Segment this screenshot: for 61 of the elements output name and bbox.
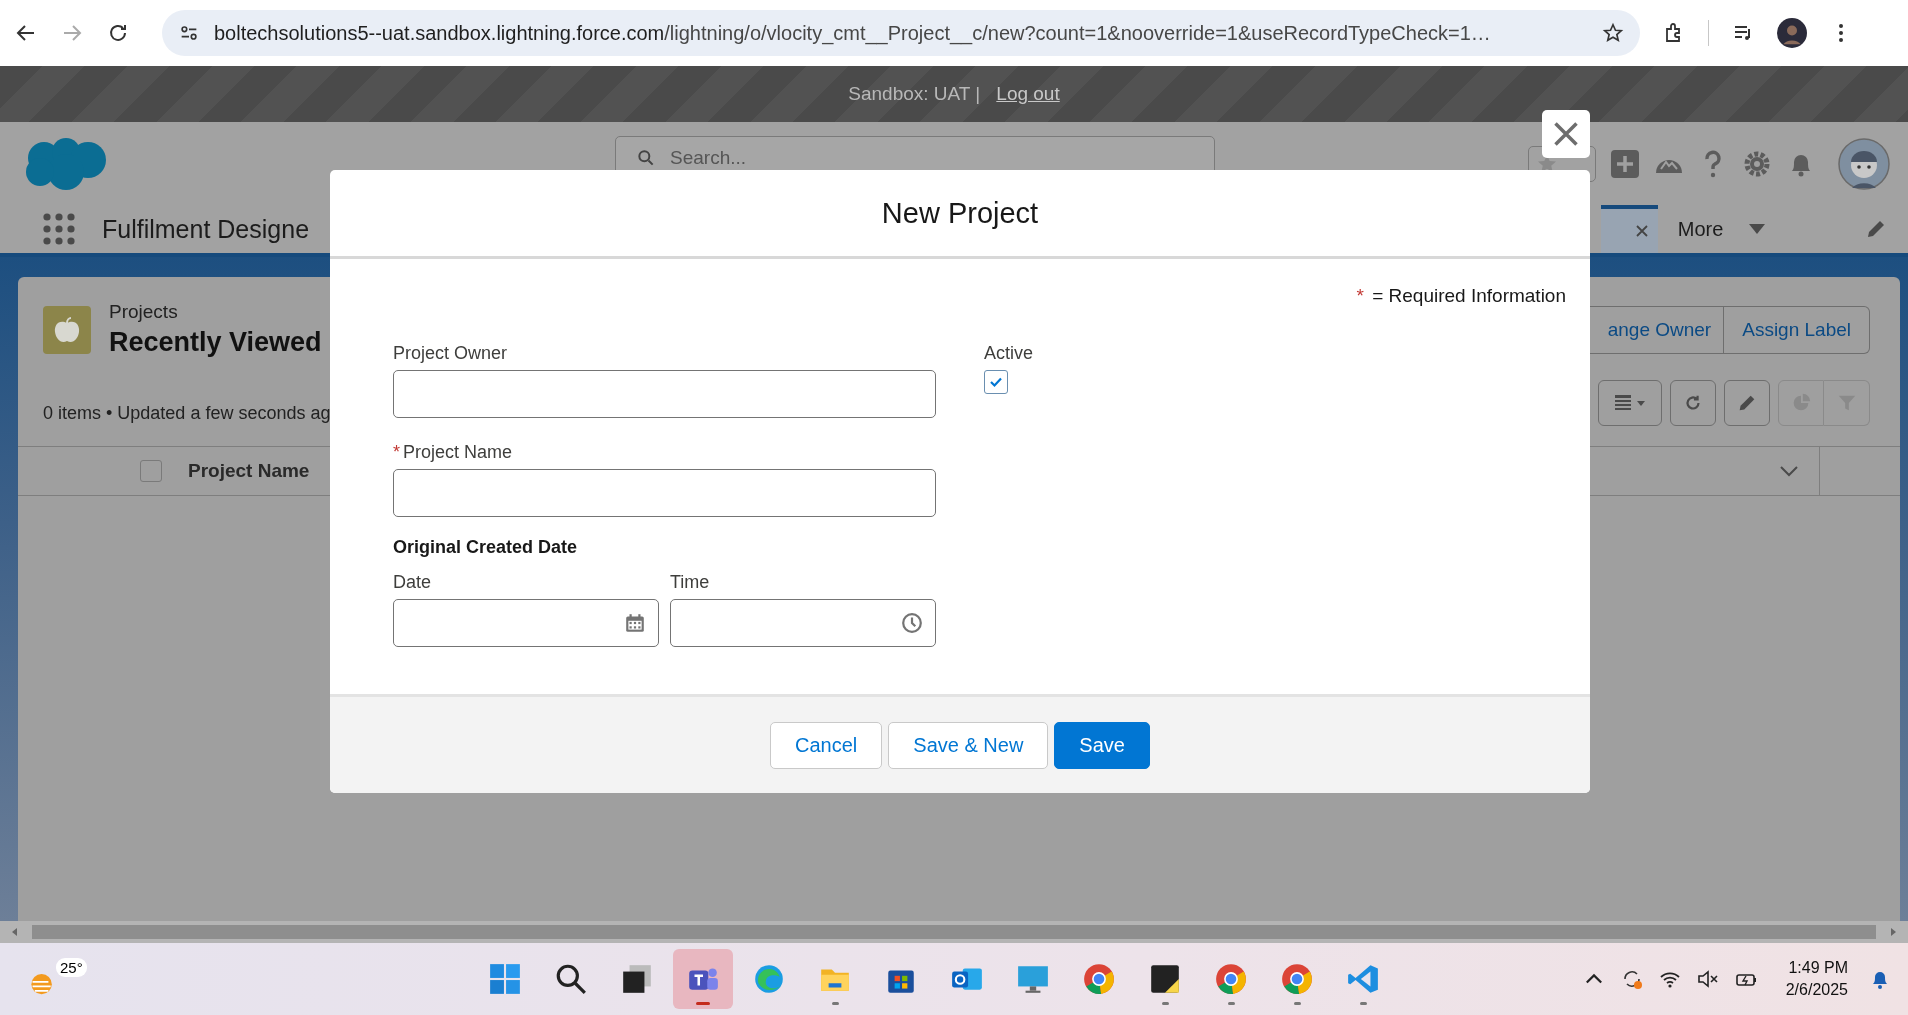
search-icon	[554, 962, 589, 996]
text-input[interactable]	[393, 469, 936, 517]
search-icon	[636, 148, 656, 168]
apple-icon	[43, 305, 91, 354]
field-label: Active	[984, 343, 1034, 364]
active-checkbox[interactable]	[984, 370, 1008, 394]
select-all-checkbox[interactable]	[140, 460, 162, 482]
table-icon	[1613, 393, 1647, 413]
app-launcher-icon[interactable]	[42, 212, 76, 246]
sandbox-label: Sandbox: UAT |	[848, 83, 981, 105]
date-input[interactable]	[393, 599, 659, 647]
temperature-label: 25°	[56, 958, 87, 977]
add-icon[interactable]	[1610, 148, 1640, 179]
list-status: 0 items • Updated a few seconds ag	[43, 402, 331, 424]
address-bar[interactable]: boltechsolutions5--uat.sandbox.lightning.force.com/lightning/o/vlocity_cmt__Project__c/new?count=1&nooverride=1&useRecordTypeCheck=1…	[162, 10, 1640, 56]
close-button[interactable]	[1542, 110, 1590, 158]
caret-icon	[1749, 224, 1766, 234]
save-button[interactable]: Save	[1054, 721, 1150, 769]
list-view-title[interactable]: Recently Viewed	[109, 327, 322, 358]
time-input[interactable]	[670, 599, 936, 647]
column-header[interactable]: Project Name	[188, 460, 310, 482]
more-menu-button[interactable]: More	[1675, 213, 1768, 245]
left-arrow-icon[interactable]	[10, 927, 20, 937]
browser-icon	[1082, 962, 1117, 996]
clock-time: 1:49 PM	[1788, 958, 1848, 978]
clock-date: 2/6/2025	[1785, 980, 1848, 1000]
footer-button[interactable]: Save & New	[888, 721, 1049, 769]
horizontal-scrollbar[interactable]	[0, 921, 1908, 943]
logout-link[interactable]: Log out	[996, 83, 1060, 105]
action-button[interactable]: ange Owner	[1581, 306, 1724, 353]
field-label: * Project Name	[393, 442, 514, 463]
nav-tab[interactable]	[1600, 205, 1658, 253]
star-icon[interactable]	[1602, 22, 1624, 44]
code-editor-icon	[1346, 962, 1381, 996]
right-arrow-icon[interactable]	[1888, 927, 1898, 937]
chevron-down-icon[interactable]	[1779, 465, 1799, 477]
section-label: Original Created Date	[393, 537, 579, 558]
close-icon[interactable]	[1633, 223, 1650, 239]
clock-icon[interactable]	[901, 612, 923, 634]
refresh-button[interactable]	[1670, 380, 1716, 426]
text-input[interactable]	[393, 370, 936, 418]
required-note: * = Required Information	[1356, 285, 1566, 307]
app-name: Fulfilment Designe	[102, 214, 310, 244]
browser-icon	[1214, 962, 1249, 996]
edit-button[interactable]	[1724, 380, 1770, 426]
modal-title: New Project	[881, 196, 1039, 230]
display-as-button[interactable]	[1598, 380, 1662, 426]
windows-logo-icon	[488, 962, 523, 996]
url-text: boltechsolutions5--uat.sandbox.lightning.force.com/lightning/o/vlocity_cmt__Project__c/new?count=1&nooverride=1&useRecordTypeCheck=1…	[214, 21, 1491, 45]
footer-button[interactable]: Cancel	[770, 721, 883, 769]
action-button[interactable]: Assign Label	[1723, 306, 1869, 353]
user-avatar[interactable]	[1838, 137, 1890, 190]
object-label: Projects	[109, 301, 179, 323]
close-icon	[1552, 120, 1580, 148]
clock[interactable]: 1:49 PM 2/6/2025	[1785, 957, 1848, 1001]
field-label: Date	[393, 572, 433, 593]
field-label: Time	[670, 572, 711, 593]
browser-icon	[1280, 962, 1315, 996]
profile-avatar-icon[interactable]	[1777, 18, 1807, 48]
calendar-icon[interactable]	[624, 612, 646, 634]
field-label: Project Owner	[393, 343, 509, 364]
